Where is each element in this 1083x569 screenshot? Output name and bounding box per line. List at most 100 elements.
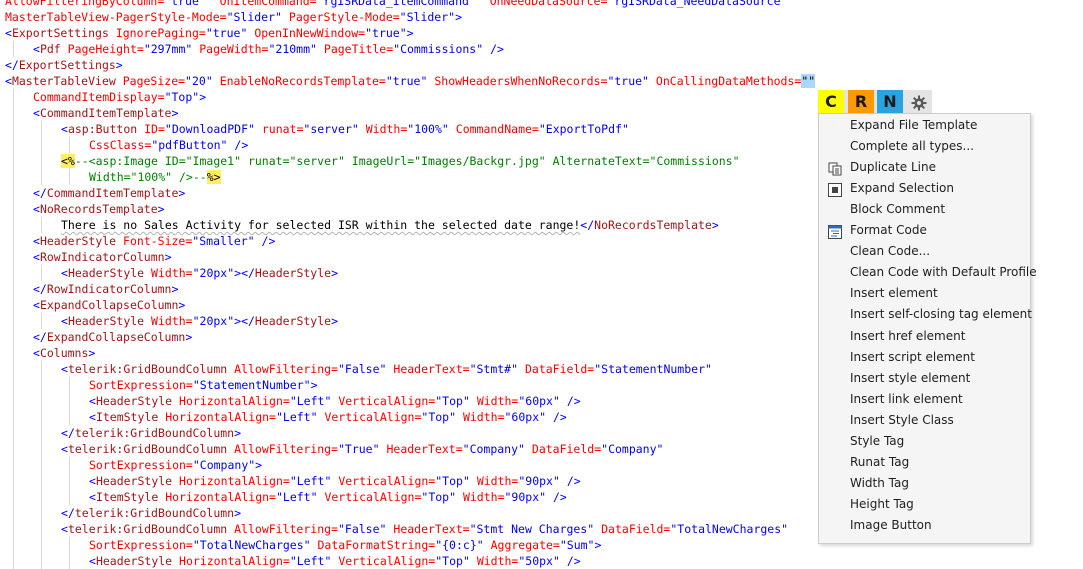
code-token: /> [566,554,581,568]
menu-item-format-code[interactable]: Format Code [819,221,1030,242]
indent-guide [13,41,14,57]
indent-guide [13,377,14,393]
code-token: "" [801,74,816,88]
menu-item-expand-file-template[interactable]: Expand File Template [819,116,1030,137]
indent-guide [13,89,14,105]
code-text: <HeaderStyle Width="20px"></HeaderStyle> [61,313,338,329]
menu-item-block-comment[interactable]: Block Comment [819,200,1030,221]
code-text: <HeaderStyle HorizontalAlign="Left" Vert… [89,553,581,569]
toolbar-button-r[interactable]: R [848,90,874,113]
code-token: "100%" [407,122,449,136]
code-token: > [199,90,207,104]
code-token: </ [5,58,19,72]
code-token: DataFormatString= [317,538,436,552]
code-token: < [33,202,40,216]
toolbar-button-n[interactable]: N [877,90,903,113]
code-token: HorizontalAlign= [165,490,276,504]
code-token: "Company" [462,442,525,456]
indent-guide [69,137,70,153]
menu-item-label: Insert href element [850,328,966,343]
menu-item-insert-href-element[interactable]: Insert href element [819,327,1030,348]
menu-item-runat-tag[interactable]: Runat Tag [819,453,1030,474]
code-token: > [711,218,719,232]
code-token: < [5,26,12,40]
menu-item-label: Width Tag [850,475,909,490]
code-token: telerik:GridBoundColumn [67,362,228,376]
menu-item-insert-link-element[interactable]: Insert link element [819,390,1030,411]
code-token: > [171,282,179,296]
code-token: > [331,314,339,328]
indent-guide [13,425,14,441]
menu-item-complete-all-types[interactable]: Complete all types... [819,137,1030,158]
indent-guide [13,185,14,201]
menu-item-insert-script-element[interactable]: Insert script element [819,348,1030,369]
menu-item-insert-style-class[interactable]: Insert Style Class [819,411,1030,432]
code-text: MasterTableView-PagerStyle-Mode="Slider"… [5,9,462,25]
toolbar-button-c[interactable]: C [818,90,844,113]
menu-item-style-tag[interactable]: Style Tag [819,432,1030,453]
code-text: <HeaderStyle Width="20px"></HeaderStyle> [61,265,338,281]
indent-guide [69,169,70,185]
code-token: "20px" [192,314,235,328]
code-text: <Columns> [33,345,95,361]
code-token: HeaderText= [386,442,463,456]
code-token: SortExpression= [89,458,193,472]
menu-item-insert-style-element[interactable]: Insert style element [819,369,1030,390]
indent-guide [13,393,14,409]
code-token: < [89,410,96,424]
indent-guide [41,121,42,137]
menu-item-image-button[interactable]: Image Button [819,516,1030,537]
code-text: <ItemStyle HorizontalAlign="Left" Vertic… [89,409,567,425]
code-token: HorizontalAlign= [179,394,290,408]
indent-guide [41,425,42,441]
code-token: telerik:GridBoundColumn [74,506,235,520]
indent-guide [41,313,42,329]
code-token: HeaderStyle [254,314,332,328]
code-token: HeaderStyle [95,474,173,488]
menu-item-expand-selection[interactable]: Expand Selection [819,179,1030,200]
code-text: CssClass="pdfButton" /> [89,137,248,153]
code-token: "20" [185,74,213,88]
indent-guide [13,169,14,185]
code-token: "true" [385,74,428,88]
menu-item-label: Complete all types... [850,139,974,154]
refactoring-toolbar: C R N [818,90,932,113]
code-text: SortExpression="TotalNewCharges" DataFor… [89,537,601,553]
indent-guide [13,297,14,313]
menu-item-label: Format Code [850,223,927,238]
menu-item-clean-code[interactable]: Clean Code... [819,242,1030,263]
indent-guide [41,409,42,425]
menu-item-insert-self-closing-tag-element[interactable]: Insert self-closing tag element [819,305,1032,326]
gear-icon[interactable] [906,90,932,113]
code-text: </RowIndicatorColumn> [33,281,178,297]
indent-guide [41,361,42,377]
menu-item-duplicate-line[interactable]: Duplicate Line [819,158,1030,179]
code-text: <ExportSettings IgnorePaging="true" Open… [5,25,414,41]
menu-item-clean-code-with-default-profile[interactable]: Clean Code with Default Profile [819,263,1037,284]
code-line: AllowFilteringByColumn="true" OnItemComm… [0,0,1083,9]
menu-item-insert-element[interactable]: Insert element [819,284,1030,305]
code-token: RowIndicatorColumn [39,250,165,264]
expand-selection-icon [828,182,842,198]
indent-guide [41,537,42,553]
indent-guide [13,281,14,297]
code-text: <telerik:GridBoundColumn AllowFiltering=… [61,441,663,457]
indent-guide [13,105,14,121]
code-token: "False" [337,522,387,536]
menu-item-height-tag[interactable]: Height Tag [819,495,1030,516]
menu-item-label: Expand File Template [850,118,978,132]
code-token: EnableNoRecordsTemplate= [219,74,386,88]
code-token: "Commissions" [393,42,484,56]
context-menu: Expand File Template Complete all types..… [818,113,1037,544]
code-token: "ExportToPdf" [538,122,629,136]
menu-item-width-tag[interactable]: Width Tag [819,474,1030,495]
